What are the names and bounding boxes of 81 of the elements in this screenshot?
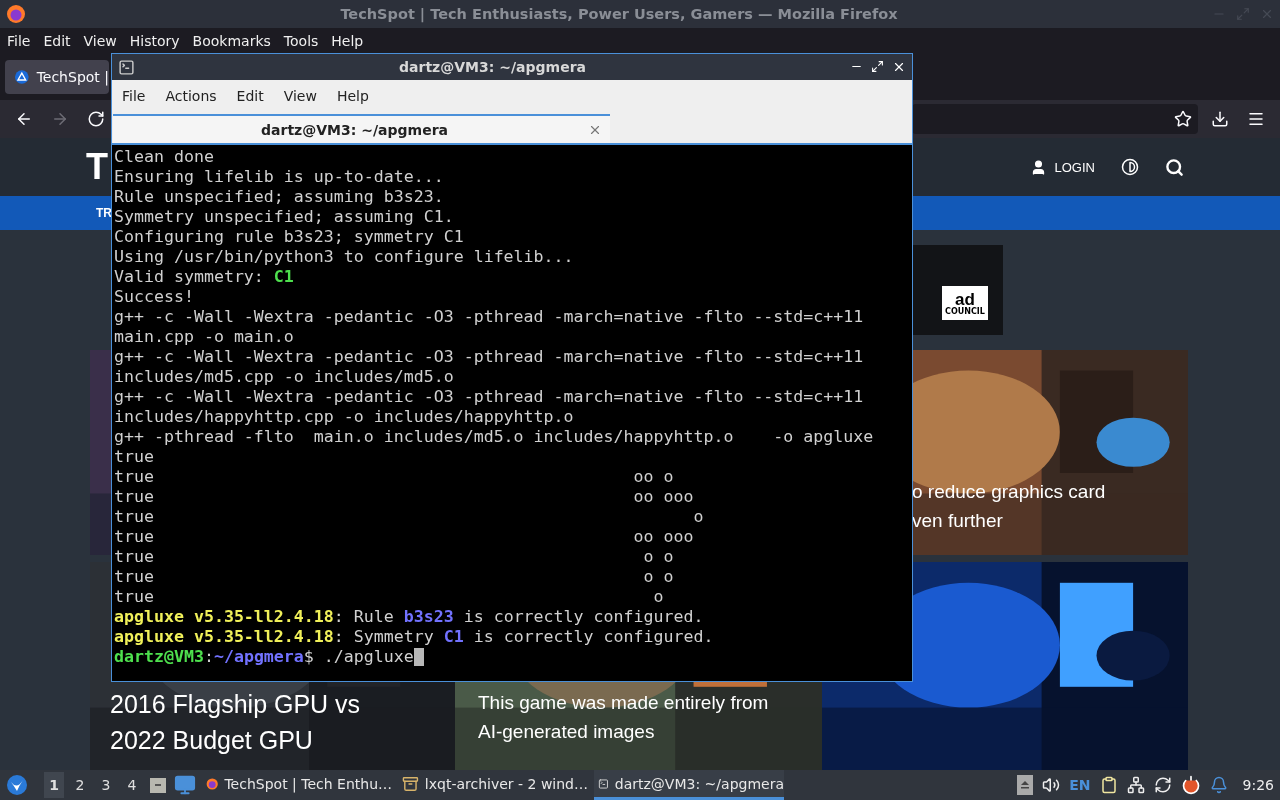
menu-item[interactable]: Help <box>336 88 369 104</box>
menu-item[interactable]: History <box>129 33 180 49</box>
menu-item[interactable]: File <box>7 33 31 49</box>
terminal-line: true <box>114 447 154 467</box>
contrast-icon[interactable] <box>1121 158 1139 176</box>
network-icon[interactable] <box>1126 776 1145 794</box>
site-logo: T <box>86 146 108 188</box>
keyboard-layout[interactable]: EN <box>1069 777 1091 793</box>
terminal-tab[interactable]: dartz@VM3: ~/apgmera <box>113 114 610 143</box>
menu-item[interactable]: Actions <box>165 88 217 104</box>
terminal-line: includes/md5.cpp -o includes/md5.o <box>114 367 454 387</box>
menu-item[interactable]: Edit <box>43 33 71 49</box>
terminal-line: apgluxe v5.35-ll2.4.18: Rule b3s23 is correctly configured. <box>114 607 704 627</box>
workspace-button[interactable]: 4 <box>122 772 142 798</box>
terminal-line: includes/happyhttp.cpp -o includes/happyhttp.o <box>114 407 574 427</box>
nav-link[interactable]: TR <box>96 206 112 220</box>
desktop-icon[interactable] <box>174 774 196 796</box>
maximize-icon[interactable] <box>871 60 884 73</box>
workspace-button[interactable]: 1 <box>44 772 64 798</box>
terminal-line: Ensuring lifelib is up-to-date... <box>114 167 444 187</box>
back-icon[interactable] <box>15 110 33 128</box>
window-title: dartz@VM3: ~/apgmera <box>398 59 587 75</box>
browser-tab[interactable]: TechSpot | <box>5 60 109 94</box>
menu-item[interactable]: View <box>283 88 317 104</box>
bookmark-star-icon[interactable] <box>1174 110 1192 128</box>
menu-item[interactable]: Tools <box>283 33 319 49</box>
file-cabinet-icon[interactable] <box>148 775 168 795</box>
terminal-line: main.cpp -o main.o <box>114 327 294 347</box>
volume-icon[interactable] <box>1042 776 1061 794</box>
terminal-line: Rule unspecified; assuming b3s23. <box>114 187 444 207</box>
menu-icon[interactable] <box>1247 110 1265 128</box>
site-icon <box>15 69 29 85</box>
terminal-line: Success! <box>114 287 194 307</box>
workspace-button[interactable]: 3 <box>96 772 116 798</box>
search-icon[interactable] <box>1165 157 1184 177</box>
menu-item[interactable]: Edit <box>236 88 264 104</box>
terminal-line: Symmetry unspecified; assuming C1. <box>114 207 454 227</box>
menu-item[interactable]: File <box>122 88 146 104</box>
terminal-icon <box>118 58 135 76</box>
terminal-line: true o o <box>114 547 674 567</box>
headline[interactable]: This game was made entirely from <box>478 688 822 717</box>
headline[interactable]: o reduce graphics card <box>912 477 1188 506</box>
terminal-line: Clean done <box>114 147 214 167</box>
clipboard-icon[interactable] <box>1099 776 1118 794</box>
menu-item[interactable]: View <box>83 33 117 49</box>
taskbar-button[interactable]: TechSpot | Tech Enthu… <box>202 770 392 800</box>
terminal-line: g++ -c -Wall -Wextra -pedantic -O3 -pthread -march=native -flto --std=c++11 <box>114 307 864 327</box>
menu-item[interactable]: Bookmarks <box>192 33 271 49</box>
terminal-line: true o o <box>114 567 674 587</box>
download-icon[interactable] <box>1211 110 1229 128</box>
terminal-line: dartz@VM3:~/apgmera$ ./apgluxe <box>114 647 414 667</box>
power-icon[interactable] <box>1180 775 1201 795</box>
eject-icon[interactable] <box>1017 775 1034 795</box>
terminal-line: g++ -c -Wall -Wextra -pedantic -O3 -pthread -march=native -flto --std=c++11 <box>114 387 864 407</box>
terminal-line: true oo o <box>114 467 674 487</box>
taskbar-button[interactable]: dartz@VM3: ~/apgmera <box>594 770 784 800</box>
notification-icon[interactable] <box>1209 776 1228 794</box>
headline[interactable]: 2016 Flagship GPU vs <box>110 686 455 722</box>
archive-icon <box>402 774 419 793</box>
terminal-line: Using /usr/bin/python3 to configure lifelib... <box>114 247 574 267</box>
terminal-line: g++ -c -Wall -Wextra -pedantic -O3 -pthread -march=native -flto --std=c++11 <box>114 347 864 367</box>
terminal-line: true oo ooo <box>114 527 694 547</box>
firefox-icon <box>6 4 26 24</box>
start-menu-icon[interactable] <box>6 774 28 796</box>
clock: 9:26 <box>1242 777 1274 793</box>
login-link[interactable]: LOGIN <box>1054 159 1095 175</box>
terminal-line: apgluxe v5.35-ll2.4.18: Symmetry C1 is correctly configured. <box>114 627 714 647</box>
terminal-line: Configuring rule b3s23; symmetry C1 <box>114 227 464 247</box>
menu-item[interactable]: Help <box>331 33 364 49</box>
reload-icon[interactable] <box>87 110 105 128</box>
close-icon[interactable] <box>892 60 906 74</box>
update-icon[interactable] <box>1153 776 1172 794</box>
workspace-button[interactable]: 2 <box>70 772 90 798</box>
taskbar-button[interactable]: lxqt-archiver - 2 wind… <box>398 770 588 800</box>
terminal-line: true o <box>114 587 664 607</box>
ad-logo: ad COUNCIL <box>942 286 988 320</box>
window-title: TechSpot | Tech Enthusiasts, Power Users, Gamers — Mozilla Firefox <box>339 6 899 22</box>
terminal-line: true o <box>114 507 704 527</box>
terminal-line: g++ -pthread -flto main.o includes/md5.o includes/happyhttp.o -o apgluxe <box>114 427 874 447</box>
terminal-line: Valid symmetry: C1 <box>114 267 294 287</box>
terminal-line: true oo ooo <box>114 487 694 507</box>
